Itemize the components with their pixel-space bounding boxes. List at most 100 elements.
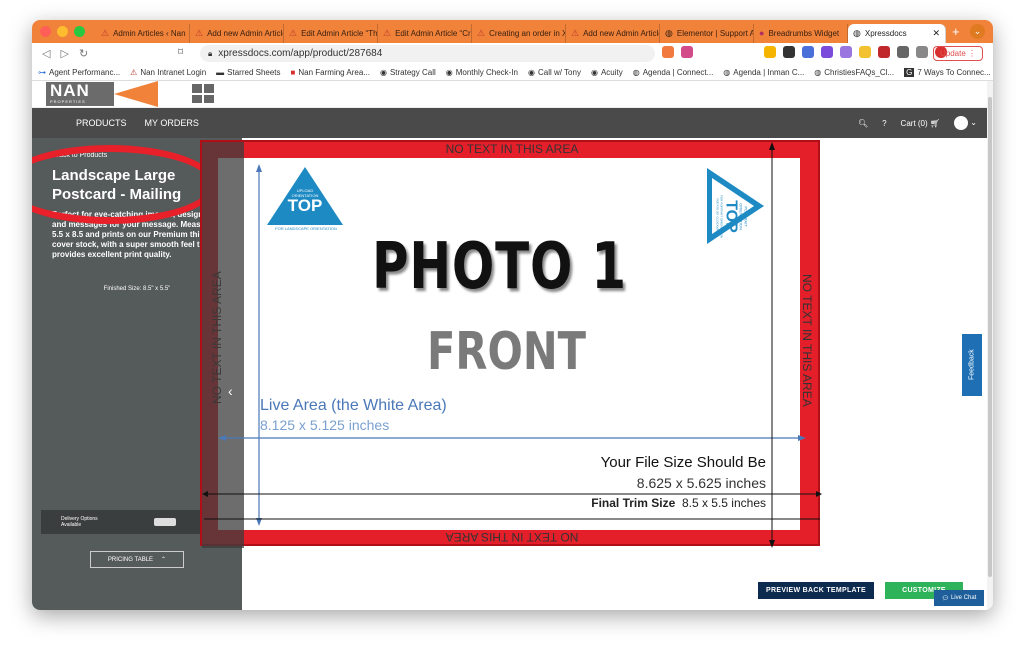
calendar-icon: ◉ [590, 67, 598, 77]
nav-products[interactable]: PRODUCTS [76, 118, 127, 128]
alert-icon: ⚠ [477, 27, 486, 38]
extension-icon[interactable] [916, 46, 928, 58]
alert-icon: ⚠ [195, 27, 204, 38]
file-size-title: Your File Size Should Be [600, 454, 766, 471]
extension-icon[interactable] [840, 46, 852, 58]
collapse-sidebar-icon[interactable]: ‹ [228, 383, 233, 399]
g-icon: G [904, 67, 915, 77]
postcard-template: NO TEXT IN THIS AREA NO TEXT IN THIS ARE… [200, 140, 822, 548]
bookmark-icon[interactable]: ⌑ [178, 47, 183, 58]
tab[interactable]: ⚠ Add new Admin Article [566, 23, 660, 43]
bookmark-item[interactable]: ◉ Acuity [591, 68, 623, 77]
upload-top-landscape: UPLOAD ORIENTATION TOP [287, 188, 323, 215]
tab-search-icon[interactable]: ⌄ [970, 24, 985, 39]
chevron-down-icon: ⌄ [970, 118, 977, 128]
chevron-up-icon: ⌃ [161, 557, 167, 563]
bookmark-item[interactable]: ▬ Starred Sheets [216, 68, 280, 77]
user-menu[interactable]: ⌄ [954, 116, 977, 130]
extensions [662, 46, 947, 58]
bookmark-item[interactable]: ◍ Agenda | Connect... [633, 68, 714, 77]
forward-icon[interactable]: ▷ [60, 47, 68, 60]
photo-placeholder: PHOTO 1 [372, 230, 627, 304]
lock-icon: 🔒︎ [208, 48, 213, 58]
alert-icon: ⚠ [289, 27, 298, 38]
minimize-window-button[interactable] [57, 26, 68, 37]
network-icon: ⊶ [38, 67, 46, 77]
cart-icon: 🛒︎ [929, 118, 941, 128]
extension-icon[interactable] [878, 46, 890, 58]
globe-icon: ◍ [632, 67, 640, 77]
reload-icon[interactable]: ↻ [79, 47, 88, 60]
pricing-table-button[interactable]: PRICING TABLE ⌃ [90, 551, 184, 568]
tab-active[interactable]: ◍ Xpressdocs ✕ [848, 23, 946, 43]
extension-icon[interactable] [859, 46, 871, 58]
search-icon[interactable]: 🔍︎ [858, 119, 868, 128]
front-label: FRONT [427, 322, 587, 382]
extension-icon[interactable] [821, 46, 833, 58]
square-icon: ■ [290, 67, 296, 77]
browser-toolbar: ◁ ▷ ↻ ⌑ 🔒︎ xpressdocs.com/app/product/28… [32, 43, 993, 64]
b-icon: ● [759, 28, 765, 38]
zoom-window-button[interactable] [74, 26, 85, 37]
globe-icon: ◍ [814, 67, 822, 77]
back-icon[interactable]: ◁ [42, 47, 50, 60]
bookmark-item[interactable]: ◍ ChristiesFAQs_Cl... [814, 68, 894, 77]
extension-icon[interactable] [783, 46, 795, 58]
extension-icon[interactable] [802, 46, 814, 58]
cart-link[interactable]: Cart (0) 🛒︎ [901, 119, 941, 128]
live-chat-button[interactable]: 💬︎ Live Chat [934, 590, 984, 606]
bookmark-item[interactable]: ◉ Strategy Call [380, 68, 436, 77]
logo[interactable]: NAN PROPERTIES [46, 82, 114, 106]
chat-icon: 💬︎ [941, 595, 950, 602]
navbar-actions: 🔍︎ ? Cart (0) 🛒︎ ⌄ [858, 116, 977, 130]
address-bar[interactable]: 🔒︎ xpressdocs.com/app/product/287684 [200, 45, 655, 62]
tab[interactable]: ⚠ Creating an order in X [472, 23, 566, 43]
nav-my-orders[interactable]: MY ORDERS [145, 118, 199, 128]
tab[interactable]: ⚠ Add new Admin Article [190, 23, 284, 43]
globe-icon: ◍ [723, 67, 731, 77]
folder-icon: ▬ [216, 67, 225, 77]
bookmark-item[interactable]: ■ Nan Farming Area... [291, 68, 370, 77]
bookmark-item[interactable]: G7 Ways To Connec... [904, 67, 991, 77]
site-navbar: PRODUCTS MY ORDERS 🔍︎ ? Cart (0) 🛒︎ ⌄ [32, 108, 993, 138]
update-button[interactable]: Update ⋮ [932, 46, 983, 61]
truck-icon [154, 518, 177, 526]
shield-icon[interactable] [662, 46, 674, 58]
scrollbar[interactable] [987, 81, 993, 610]
alert-icon: ⚠ [383, 27, 392, 38]
apps-grid-icon[interactable] [192, 84, 214, 103]
puzzle-icon[interactable] [897, 46, 909, 58]
upload-top-portrait: PORTRAIT ORIENTATION TOP FOR PORTRAIT OR… [715, 194, 749, 239]
calendar-icon: ◉ [527, 67, 535, 77]
tab[interactable]: ◍ Elementor | Support A [660, 23, 754, 43]
live-area-size: 8.125 x 5.125 inches [260, 417, 390, 433]
tab[interactable]: ⚠ Admin Articles ‹ Nan [96, 23, 190, 43]
triangle-icon[interactable] [681, 46, 693, 58]
bookmark-item[interactable]: ◉ Call w/ Tony [528, 68, 581, 77]
calendar-icon: ◉ [445, 67, 453, 77]
close-tab-icon[interactable]: ✕ [932, 28, 940, 39]
bookmark-item[interactable]: ⚠ Nan Intranet Login [130, 68, 206, 77]
alert-icon: ⚠ [101, 27, 110, 38]
avatar [954, 116, 969, 130]
feedback-tab[interactable]: Feedback [962, 334, 982, 396]
bookmark-item[interactable]: ◍ Agenda | Inman C... [723, 68, 804, 77]
alert-icon: ⚠ [130, 67, 138, 77]
tab[interactable]: ⚠ Edit Admin Article “Th [284, 23, 378, 43]
help-icon[interactable]: ? [882, 119, 886, 128]
alert-icon: ⚠ [571, 27, 580, 38]
new-tab-button[interactable]: + [946, 24, 966, 39]
tab[interactable]: ● Breadrumbs Widget [754, 23, 848, 43]
bookmark-item[interactable]: ◉ Monthly Check-In [446, 68, 518, 77]
preview-back-template-button[interactable]: PREVIEW BACK TEMPLATE [758, 582, 874, 599]
final-trim-size: Final Trim Size 8.5 x 5.5 inches [591, 496, 766, 510]
browser-window: ⚠ Admin Articles ‹ Nan ⚠ Add new Admin Art… [32, 20, 993, 610]
bookmark-item[interactable]: ⊶ Agent Performanc... [38, 68, 120, 77]
calendar-icon: ◉ [379, 67, 387, 77]
window-controls [32, 26, 96, 37]
landscape-caption: FOR LANDSCAPE ORIENTATION [275, 226, 337, 231]
tab[interactable]: ⚠ Edit Admin Article “Cr [378, 23, 472, 43]
site-header: NAN PROPERTIES [32, 81, 993, 108]
extension-icon[interactable] [764, 46, 776, 58]
close-window-button[interactable] [40, 26, 51, 37]
